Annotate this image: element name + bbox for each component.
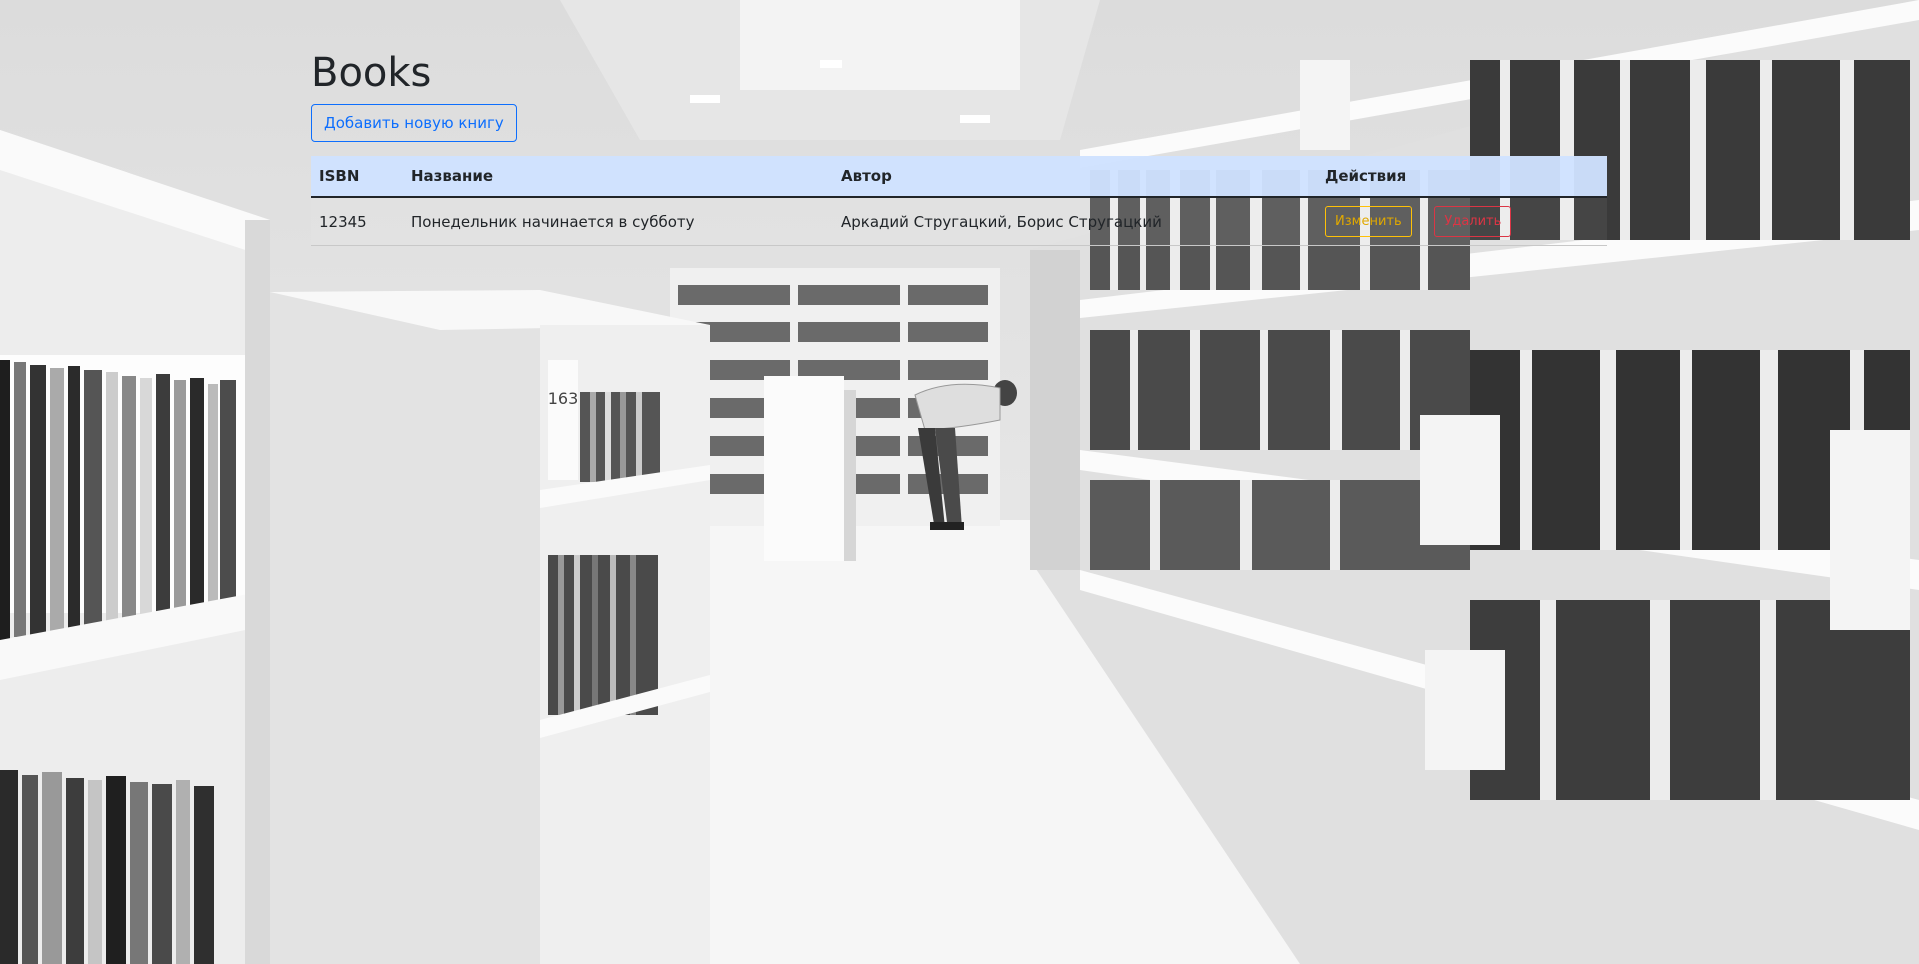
- cell-title: Понедельник начинается в субботу: [403, 197, 833, 246]
- delete-button[interactable]: Удалить: [1434, 206, 1512, 237]
- column-header-author: Автор: [833, 156, 1317, 198]
- column-header-title: Название: [403, 156, 833, 198]
- cell-actions: Изменить Удалить: [1317, 197, 1607, 246]
- books-table: ISBN Название Автор Действия 12345 Понед…: [311, 156, 1607, 246]
- table-body: 12345 Понедельник начинается в субботу А…: [311, 197, 1607, 246]
- column-header-isbn: ISBN: [311, 156, 403, 198]
- page-title: Books: [311, 50, 432, 96]
- column-header-actions: Действия: [1317, 156, 1607, 198]
- books-page: Books Добавить новую книгу ISBN Название…: [311, 48, 1607, 246]
- cell-author: Аркадий Стругацкий, Борис Стругацкий: [833, 197, 1317, 246]
- table-header: ISBN Название Автор Действия: [311, 156, 1607, 198]
- table-header-row: ISBN Название Автор Действия: [311, 156, 1607, 198]
- table-row: 12345 Понедельник начинается в субботу А…: [311, 197, 1607, 246]
- cell-isbn: 12345: [311, 197, 403, 246]
- page: 163 Books Добавить новую книгу ISBN Назв…: [0, 0, 1919, 964]
- edit-button[interactable]: Изменить: [1325, 206, 1412, 237]
- add-book-button[interactable]: Добавить новую книгу: [311, 104, 517, 142]
- svg-text:163: 163: [548, 389, 579, 408]
